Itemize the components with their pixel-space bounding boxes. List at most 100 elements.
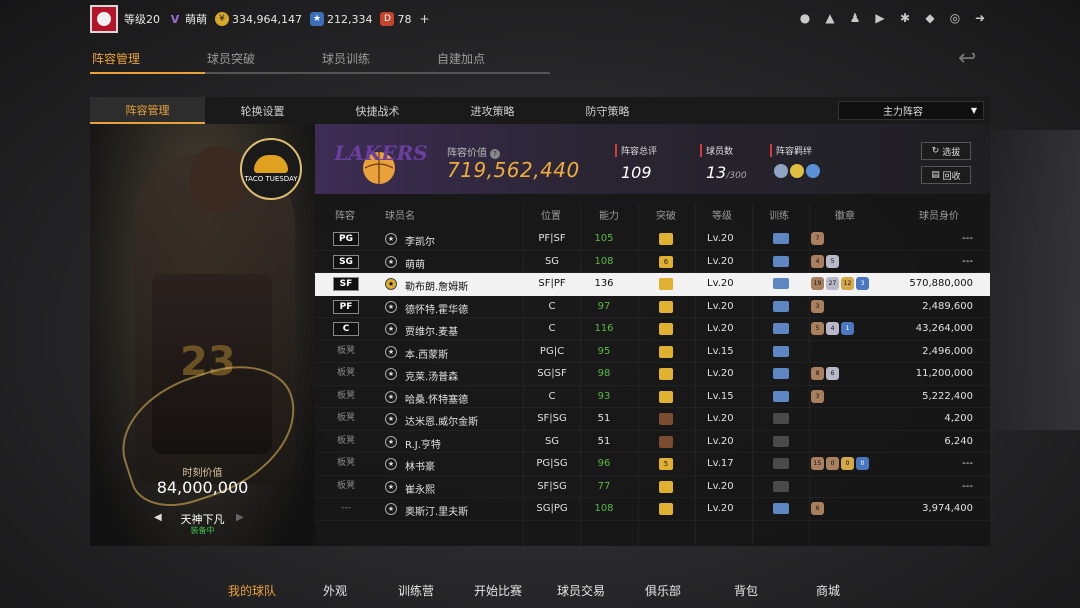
subtab-rotation[interactable]: 轮换设置 <box>205 97 320 124</box>
team-avatar[interactable] <box>90 5 118 33</box>
training-icon[interactable] <box>773 345 789 357</box>
col-worth[interactable]: 球员身价 <box>919 207 959 222</box>
breakthrough-icon[interactable] <box>659 323 673 335</box>
training-icon[interactable] <box>773 233 789 244</box>
player-name[interactable]: 哈桑.怀特塞德 <box>405 391 468 406</box>
training-icon[interactable] <box>773 390 789 402</box>
col-position[interactable]: 位置 <box>541 207 561 222</box>
squad-select[interactable]: 主力阵容 ▼ <box>838 101 984 120</box>
nav-start-game[interactable]: 开始比赛 <box>474 582 522 599</box>
training-icon[interactable] <box>773 368 789 379</box>
training-icon[interactable] <box>773 480 789 492</box>
gear-icon[interactable]: ✱ <box>897 10 913 26</box>
tab-breakthrough[interactable]: 球员突破 <box>205 50 320 74</box>
subtab-tactics[interactable]: 快捷战术 <box>320 97 435 124</box>
player-name[interactable]: 贾维尔.麦基 <box>405 323 458 338</box>
breakthrough-icon[interactable] <box>659 413 673 425</box>
table-row[interactable]: SG ★ 萌萌 SG 108 6 Lv.20 4 5 --- <box>315 251 990 273</box>
table-row[interactable]: 板凳 ★ 林书豪 PG|SG 96 5 Lv.17 15 0 0 0 --- <box>315 453 990 476</box>
training-icon[interactable] <box>773 278 789 289</box>
player-name[interactable]: 崔永熙 <box>405 481 435 496</box>
table-row[interactable]: C ★ 贾维尔.麦基 C 116 Lv.20 5 4 1 43,264,000 <box>315 318 990 341</box>
training-icon[interactable] <box>773 458 789 469</box>
table-row[interactable]: 板凳 ★ R.J.亨特 SG 51 Lv.20 6,240 <box>315 431 990 453</box>
breakthrough-icon[interactable] <box>659 233 673 245</box>
player-name[interactable]: 奥斯汀.里夫斯 <box>405 503 468 518</box>
table-row[interactable]: PF ★ 德怀特.霍华德 C 97 Lv.20 3 2,489,600 <box>315 296 990 318</box>
subtab-offense[interactable]: 进攻策略 <box>435 97 550 124</box>
breakthrough-icon[interactable] <box>659 368 673 380</box>
nav-shop[interactable]: 商城 <box>816 582 840 599</box>
nav-club[interactable]: 俱乐部 <box>645 582 681 599</box>
table-row[interactable]: 板凳 ★ 达米恩.威尔金斯 SF|SG 51 Lv.20 4,200 <box>315 408 990 431</box>
col-ability[interactable]: 能力 <box>599 207 619 222</box>
table-row[interactable]: PG ★ 李凯尔 PF|SF 105 Lv.20 7 --- <box>315 228 990 251</box>
training-icon[interactable] <box>773 503 789 514</box>
breakthrough-icon[interactable] <box>659 435 673 448</box>
friends-icon[interactable]: ♟ <box>847 10 863 26</box>
featured-player-card[interactable]: 23 TACO TUESDAY 时刻价值 84,000,000 ◀ 天神下凡 ▶… <box>90 124 315 546</box>
table-row[interactable]: 板凳 ★ 克莱.汤普森 SG|SF 98 Lv.20 8 6 11,200,000 <box>315 363 990 386</box>
badge-icon: 5 <box>826 254 839 268</box>
tab-training[interactable]: 球员训练 <box>320 50 435 74</box>
training-icon[interactable] <box>773 435 789 447</box>
level-text: 等级20 <box>124 13 160 26</box>
breakthrough-icon[interactable] <box>659 300 673 313</box>
player-name[interactable]: 德怀特.霍华德 <box>405 301 468 316</box>
nav-my-team[interactable]: 我的球队 <box>228 582 276 599</box>
player-name[interactable]: 本.西蒙斯 <box>405 346 448 361</box>
tab-custom-points[interactable]: 自建加点 <box>435 50 550 74</box>
nav-backpack[interactable]: 背包 <box>734 582 758 599</box>
recycle-button[interactable]: ▤ 回收 <box>921 166 971 184</box>
nav-player-trade[interactable]: 球员交易 <box>557 582 605 599</box>
bond-icons[interactable] <box>774 164 820 178</box>
col-badges[interactable]: 徽章 <box>835 207 855 222</box>
table-row[interactable]: --- ★ 奥斯汀.里夫斯 SG|PG 108 Lv.20 6 3,974,400 <box>315 498 990 521</box>
training-icon[interactable] <box>773 300 789 312</box>
next-card-icon[interactable]: ▶ <box>236 512 244 523</box>
player-name[interactable]: R.J.亨特 <box>405 436 441 451</box>
player-name[interactable]: 萌萌 <box>405 256 425 271</box>
video-icon[interactable]: ▶ <box>872 10 888 26</box>
table-row[interactable]: 板凳 ★ 崔永熙 SF|SG 77 Lv.20 --- <box>315 476 990 498</box>
subtab-defense[interactable]: 防守策略 <box>550 97 665 124</box>
table-row[interactable]: SF ★ 勒布朗.詹姆斯 SF|PF 136 Lv.20 19 27 12 3 570,880,00… <box>315 273 990 296</box>
col-level[interactable]: 等级 <box>712 207 732 222</box>
breakthrough-icon[interactable]: 5 <box>659 458 673 470</box>
table-row[interactable]: 板凳 ★ 本.西蒙斯 PG|C 95 Lv.15 2,496,000 <box>315 341 990 363</box>
subtab-lineup[interactable]: 阵容管理 <box>90 97 205 124</box>
bell-icon[interactable]: ▲ <box>822 10 838 26</box>
player-worth: 2,489,600 <box>922 300 973 312</box>
breakthrough-icon[interactable] <box>659 503 673 515</box>
count-value: 13/300 <box>706 163 747 182</box>
exit-icon[interactable]: ➜ <box>972 10 988 26</box>
back-icon[interactable]: ↩ <box>958 46 990 71</box>
col-name[interactable]: 球员名 <box>385 207 415 222</box>
training-icon[interactable] <box>773 413 789 424</box>
tab-lineup[interactable]: 阵容管理 <box>90 50 205 74</box>
breakthrough-icon[interactable] <box>659 480 673 493</box>
pick-button[interactable]: ↻ 选拔 <box>921 142 971 160</box>
player-name[interactable]: 李凯尔 <box>405 233 435 248</box>
profile-icon[interactable]: ● <box>797 10 813 26</box>
nav-appearance[interactable]: 外观 <box>323 582 347 599</box>
player-name[interactable]: 达米恩.威尔金斯 <box>405 413 478 428</box>
col-breakthrough[interactable]: 突破 <box>656 207 676 222</box>
table-row[interactable]: 板凳 ★ 哈桑.怀特塞德 C 93 Lv.15 3 5,222,400 <box>315 386 990 408</box>
breakthrough-icon[interactable]: 6 <box>659 255 673 268</box>
player-name[interactable]: 勒布朗.詹姆斯 <box>405 278 468 293</box>
training-icon[interactable] <box>773 255 789 267</box>
training-icon[interactable] <box>773 323 789 334</box>
player-name[interactable]: 林书豪 <box>405 458 435 473</box>
col-training[interactable]: 训练 <box>769 207 789 222</box>
shield-icon[interactable]: ◆ <box>922 10 938 26</box>
add-currency-button[interactable]: + <box>419 12 429 26</box>
nav-training-camp[interactable]: 训练营 <box>398 582 434 599</box>
col-slot[interactable]: 阵容 <box>335 207 355 222</box>
player-name[interactable]: 克莱.汤普森 <box>405 368 458 383</box>
breakthrough-icon[interactable] <box>659 278 673 290</box>
level-display: 等级20 <box>124 11 160 27</box>
headset-icon[interactable]: ◎ <box>947 10 963 26</box>
breakthrough-icon[interactable] <box>659 345 673 358</box>
breakthrough-icon[interactable] <box>659 390 673 403</box>
